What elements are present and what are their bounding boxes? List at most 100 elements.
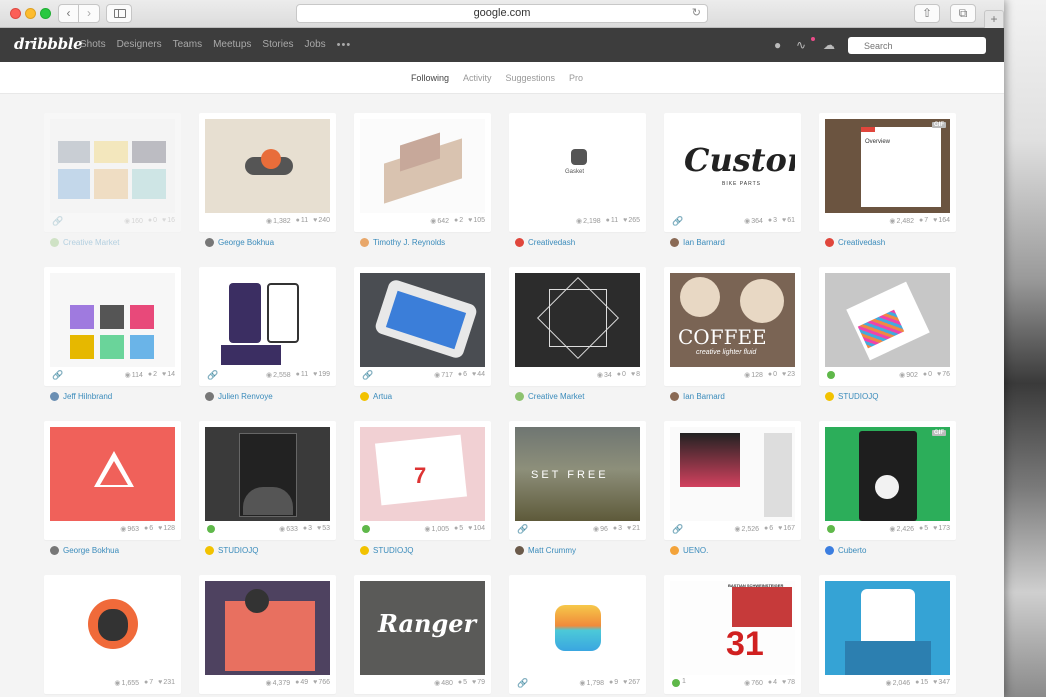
link-icon[interactable]: 🔗 <box>52 370 63 381</box>
shot-image[interactable] <box>205 119 330 213</box>
sidebar-toggle-button[interactable] <box>106 4 132 23</box>
comments-stat[interactable]: ●3 <box>768 217 777 225</box>
shot-thumbnail-card[interactable]: ◉1,655 ●7 ♥231 <box>44 575 181 694</box>
shot-thumbnail-card[interactable]: 31 BASTIAN SCHWEINSTEIGER 1 ◉760 ●4 ♥78 <box>664 575 801 694</box>
author-name[interactable]: STUDIOJQ <box>838 392 878 401</box>
nav-link-stories[interactable]: Stories <box>262 39 293 51</box>
likes-stat[interactable]: ♥14 <box>162 371 175 379</box>
shot-image[interactable]: 31 BASTIAN SCHWEINSTEIGER <box>670 581 795 675</box>
comments-stat[interactable]: ●0 <box>768 371 777 379</box>
shot-image[interactable] <box>205 273 330 367</box>
nav-link-teams[interactable]: Teams <box>173 39 202 51</box>
comments-stat[interactable]: ●9 <box>609 679 618 687</box>
likes-stat[interactable]: ♥21 <box>627 525 640 533</box>
author-name[interactable]: Creative Market <box>528 392 584 401</box>
shot-thumbnail-card[interactable]: ◉34 ●0 ♥8 <box>509 267 646 386</box>
likes-stat[interactable]: ♥128 <box>158 525 175 533</box>
link-icon[interactable]: 🔗 <box>52 216 63 227</box>
likes-stat[interactable]: ♥240 <box>313 217 330 225</box>
shot-thumbnail-card[interactable]: 🔗 ◉717 ●6 ♥44 <box>354 267 491 386</box>
shot-image[interactable]: Overview GIF <box>825 119 950 213</box>
shot-thumbnail-card[interactable]: 🔗 ◉1,798 ●9 ♥267 <box>509 575 646 694</box>
upload-cloud-icon[interactable]: ☁ <box>823 38 835 52</box>
nav-link-meetups[interactable]: Meetups <box>213 39 251 51</box>
shot-author[interactable]: Julien Renvoye <box>199 392 336 401</box>
link-icon[interactable]: 🔗 <box>517 524 528 535</box>
shot-image[interactable] <box>50 119 175 213</box>
shot-image[interactable]: 7 <box>360 427 485 521</box>
activity-icon[interactable]: ∿ <box>796 38 806 52</box>
new-tab-button[interactable]: + <box>984 10 1004 28</box>
shot-author[interactable]: STUDIOJQ <box>354 546 491 555</box>
shot-thumbnail-card[interactable]: 🔗 ◉2,526 ●6 ♥167 <box>664 421 801 540</box>
shot-author[interactable]: Creative Market <box>44 238 181 247</box>
likes-stat[interactable]: ♥267 <box>623 679 640 687</box>
shot-author[interactable]: Jeff Hilnbrand <box>44 392 181 401</box>
shot-thumbnail-card[interactable]: Overview GIF ◉2,482 ●7 ♥164 <box>819 113 956 232</box>
likes-stat[interactable]: ♥231 <box>158 679 175 687</box>
shot-author[interactable]: George Bokhua <box>44 546 181 555</box>
link-icon[interactable]: 🔗 <box>672 216 683 227</box>
likes-stat[interactable]: ♥44 <box>472 371 485 379</box>
shot-thumbnail-card[interactable]: GIF ◉2,426 ●5 ♥173 <box>819 421 956 540</box>
link-icon[interactable]: 🔗 <box>672 524 683 535</box>
shot-thumbnail-card[interactable]: ◉642 ●2 ♥105 <box>354 113 491 232</box>
maximize-window-button[interactable] <box>40 8 51 19</box>
comments-stat[interactable]: ●5 <box>454 525 463 533</box>
author-name[interactable]: Cuberto <box>838 546 866 555</box>
shot-image[interactable] <box>360 273 485 367</box>
minimize-window-button[interactable] <box>25 8 36 19</box>
author-name[interactable]: UENO. <box>683 546 708 555</box>
author-name[interactable]: Creativedash <box>528 238 575 247</box>
shot-image[interactable] <box>515 581 640 675</box>
likes-stat[interactable]: ♥164 <box>933 217 950 225</box>
likes-stat[interactable]: ♥53 <box>317 525 330 533</box>
shot-author[interactable]: Ian Barnard <box>664 392 801 401</box>
shot-image[interactable] <box>50 273 175 367</box>
shot-thumbnail-card[interactable]: ◉2,046 ●15 ♥347 <box>819 575 956 694</box>
author-name[interactable]: Artua <box>373 392 392 401</box>
author-name[interactable]: Julien Renvoye <box>218 392 273 401</box>
shot-image[interactable] <box>205 581 330 675</box>
likes-stat[interactable]: ♥78 <box>782 679 795 687</box>
shot-thumbnail-card[interactable]: Custom BIKE PARTS 🔗 ◉364 ●3 ♥61 <box>664 113 801 232</box>
likes-stat[interactable]: ♥766 <box>313 679 330 687</box>
nav-link-jobs[interactable]: Jobs <box>305 39 326 51</box>
author-name[interactable]: Creativedash <box>838 238 885 247</box>
shot-thumbnail-card[interactable]: 🔗 ◉2,558 ●11 ♥199 <box>199 267 336 386</box>
author-name[interactable]: Ian Barnard <box>683 238 725 247</box>
link-icon[interactable]: 🔗 <box>207 370 218 381</box>
author-name[interactable]: Timothy J. Reynolds <box>373 238 445 247</box>
reload-icon[interactable]: ↻ <box>692 5 701 22</box>
author-name[interactable]: Creative Market <box>63 238 119 247</box>
tab-activity[interactable]: Activity <box>463 73 492 83</box>
shot-thumbnail-card[interactable]: 7 ◉1,005 ●5 ♥104 <box>354 421 491 540</box>
comments-stat[interactable]: ●6 <box>144 525 153 533</box>
search-input[interactable] <box>848 37 986 54</box>
shot-thumbnail-card[interactable]: COFFEE creative lighter fluid ◉128 ●0 ♥23 <box>664 267 801 386</box>
likes-stat[interactable]: ♥167 <box>778 525 795 533</box>
likes-stat[interactable]: ♥173 <box>933 525 950 533</box>
shot-image[interactable] <box>825 273 950 367</box>
shot-thumbnail-card[interactable]: 🔗 ◉114 ●2 ♥14 <box>44 267 181 386</box>
show-tabs-button[interactable]: ⧉ <box>950 4 976 23</box>
dribbble-logo[interactable]: dribbble <box>14 35 83 53</box>
author-name[interactable]: George Bokhua <box>63 546 119 555</box>
comments-stat[interactable]: ●3 <box>613 525 622 533</box>
comments-stat[interactable]: ●2 <box>454 217 463 225</box>
author-name[interactable]: STUDIOJQ <box>373 546 413 555</box>
comments-stat[interactable]: ●7 <box>144 679 153 687</box>
likes-stat[interactable]: ♥61 <box>782 217 795 225</box>
shot-thumbnail-card[interactable]: SET FREE 🔗 ◉96 ●3 ♥21 <box>509 421 646 540</box>
shot-author[interactable]: Cuberto <box>819 546 956 555</box>
shot-author[interactable]: UENO. <box>664 546 801 555</box>
shot-image[interactable] <box>825 581 950 675</box>
comments-stat[interactable]: ●3 <box>303 525 312 533</box>
likes-stat[interactable]: ♥347 <box>933 679 950 687</box>
comments-stat[interactable]: ●15 <box>915 679 928 687</box>
author-name[interactable]: Jeff Hilnbrand <box>63 392 112 401</box>
forward-button[interactable]: › <box>79 4 100 23</box>
shot-image[interactable]: SET FREE <box>515 427 640 521</box>
shot-image[interactable]: GIF <box>825 427 950 521</box>
shot-thumbnail-card[interactable]: Ranger ◉480 ●5 ♥79 <box>354 575 491 694</box>
